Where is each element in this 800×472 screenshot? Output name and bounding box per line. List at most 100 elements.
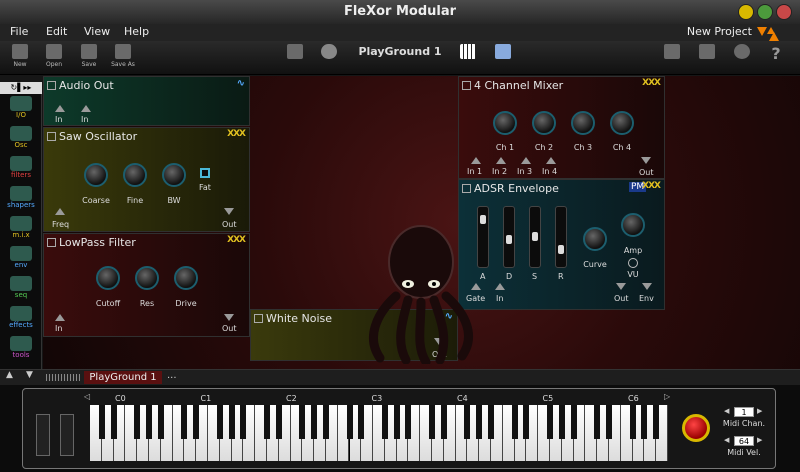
- module-adsr-envelope[interactable]: ADSR Envelope PM XXX ADSR Curve Amp VU G…: [458, 179, 665, 310]
- piano-black-key[interactable]: [429, 405, 436, 439]
- randomize-icon[interactable]: XXX: [227, 235, 246, 245]
- knob-res[interactable]: [135, 266, 159, 290]
- piano-black-key[interactable]: [216, 405, 223, 439]
- midi-vel-up-icon[interactable]: ▶: [757, 436, 762, 444]
- midi-chan-down-icon[interactable]: ◀: [724, 407, 729, 415]
- settings-button[interactable]: [730, 44, 754, 59]
- knob-ch4[interactable]: [610, 111, 634, 135]
- slider-thumb[interactable]: [558, 245, 564, 254]
- module-menu-icon[interactable]: [47, 238, 56, 247]
- input-port[interactable]: [55, 314, 65, 321]
- monitor-button[interactable]: [283, 44, 307, 59]
- piano-black-key[interactable]: [322, 405, 329, 439]
- module-menu-icon[interactable]: [462, 81, 471, 90]
- info-button[interactable]: [491, 44, 515, 59]
- piano-black-key[interactable]: [464, 405, 471, 439]
- knob-ch3[interactable]: [571, 111, 595, 135]
- maximize-button[interactable]: [757, 4, 773, 20]
- keyboard-button[interactable]: [456, 44, 480, 59]
- module-menu-icon[interactable]: [254, 314, 263, 323]
- piano-black-key[interactable]: [653, 405, 660, 439]
- module-menu-icon[interactable]: [462, 184, 471, 193]
- piano-black-key[interactable]: [358, 405, 365, 439]
- slider-d[interactable]: [503, 206, 515, 268]
- mod-wheel[interactable]: [60, 414, 74, 456]
- input-port-right[interactable]: [81, 105, 91, 112]
- input-port-4[interactable]: [546, 157, 556, 164]
- input-port-3[interactable]: [521, 157, 531, 164]
- menu-edit[interactable]: Edit: [46, 25, 67, 38]
- module-lowpass-filter[interactable]: LowPass Filter XXX Cutoff Res Drive In O…: [43, 233, 250, 337]
- piano-black-key[interactable]: [311, 405, 318, 439]
- piano-black-key[interactable]: [440, 405, 447, 439]
- wave-button[interactable]: [317, 44, 341, 59]
- panic-button[interactable]: [682, 414, 710, 442]
- module-4-channel-mixer[interactable]: 4 Channel Mixer XXX Ch 1 Ch 2 Ch 3 Ch 4 …: [458, 76, 665, 179]
- new-button[interactable]: New: [8, 44, 32, 68]
- slider-thumb[interactable]: [532, 232, 538, 241]
- sidebar-tab-io[interactable]: I/O: [3, 96, 39, 122]
- randomize-icon[interactable]: XXX: [642, 78, 661, 88]
- close-button[interactable]: [776, 4, 792, 20]
- piano-black-key[interactable]: [181, 405, 188, 439]
- knob-ch2[interactable]: [532, 111, 556, 135]
- playground-canvas[interactable]: Audio Out ∿ In In Saw Oscillator XXX Coa…: [43, 76, 800, 369]
- piano-black-key[interactable]: [134, 405, 141, 439]
- piano-black-key[interactable]: [594, 405, 601, 439]
- piano-black-key[interactable]: [488, 405, 495, 439]
- piano-black-key[interactable]: [98, 405, 105, 439]
- piano-black-key[interactable]: [157, 405, 164, 439]
- sidebar-tab-filters[interactable]: filters: [3, 156, 39, 182]
- open-button[interactable]: Open: [42, 44, 66, 68]
- piano-black-key[interactable]: [523, 405, 530, 439]
- piano-black-key[interactable]: [263, 405, 270, 439]
- input-port-1[interactable]: [471, 157, 481, 164]
- pitch-bend-wheel[interactable]: [36, 414, 50, 456]
- module-audio-out[interactable]: Audio Out ∿ In In: [43, 76, 250, 126]
- piano-black-key[interactable]: [641, 405, 648, 439]
- piano-black-key[interactable]: [193, 405, 200, 439]
- tab-playground-1[interactable]: PlayGround 1: [84, 371, 162, 384]
- freq-input-port[interactable]: [55, 208, 65, 215]
- sidebar-tab-env[interactable]: env: [3, 246, 39, 272]
- sidebar-tab-shapers[interactable]: shapers: [3, 186, 39, 212]
- octave-right-icon[interactable]: ▷: [664, 392, 670, 401]
- input-port-left[interactable]: [55, 105, 65, 112]
- knob-coarse[interactable]: [84, 163, 108, 187]
- window-button[interactable]: [660, 44, 684, 59]
- help-button[interactable]: ?: [764, 44, 788, 63]
- sidebar-tab-osc[interactable]: Osc: [3, 126, 39, 152]
- sidebar-tab-tools[interactable]: tools: [3, 336, 39, 362]
- piano-black-key[interactable]: [476, 405, 483, 439]
- piano-black-key[interactable]: [570, 405, 577, 439]
- fat-toggle[interactable]: [200, 168, 210, 178]
- piano-black-key[interactable]: [275, 405, 282, 439]
- piano-black-key[interactable]: [381, 405, 388, 439]
- piano-black-key[interactable]: [547, 405, 554, 439]
- menu-view[interactable]: View: [84, 25, 110, 38]
- piano-black-key[interactable]: [511, 405, 518, 439]
- piano-black-key[interactable]: [240, 405, 247, 439]
- input-port-2[interactable]: [496, 157, 506, 164]
- sidebar-tab-effects[interactable]: effects: [3, 306, 39, 332]
- midi-channel-field[interactable]: 1: [734, 407, 754, 417]
- randomize-icon[interactable]: XXX: [642, 181, 661, 191]
- module-menu-icon[interactable]: [47, 81, 56, 90]
- knob-curve[interactable]: [583, 227, 607, 251]
- slider-s[interactable]: [529, 206, 541, 268]
- minimize-button[interactable]: [738, 4, 754, 20]
- midi-vel-down-icon[interactable]: ◀: [724, 436, 729, 444]
- piano-keyboard[interactable]: [90, 405, 668, 461]
- output-port[interactable]: [224, 314, 234, 321]
- knob-ch1[interactable]: [493, 111, 517, 135]
- knob-fine[interactable]: [123, 163, 147, 187]
- piano-black-key[interactable]: [145, 405, 152, 439]
- more-tabs-button[interactable]: ...: [167, 370, 177, 381]
- module-menu-icon[interactable]: [47, 132, 56, 141]
- book-button[interactable]: [695, 44, 719, 59]
- scroll-up-icon[interactable]: ▲: [6, 370, 13, 380]
- output-port[interactable]: [224, 208, 234, 215]
- input-port[interactable]: [495, 283, 505, 290]
- knob-bw[interactable]: [162, 163, 186, 187]
- menu-file[interactable]: File: [10, 25, 28, 38]
